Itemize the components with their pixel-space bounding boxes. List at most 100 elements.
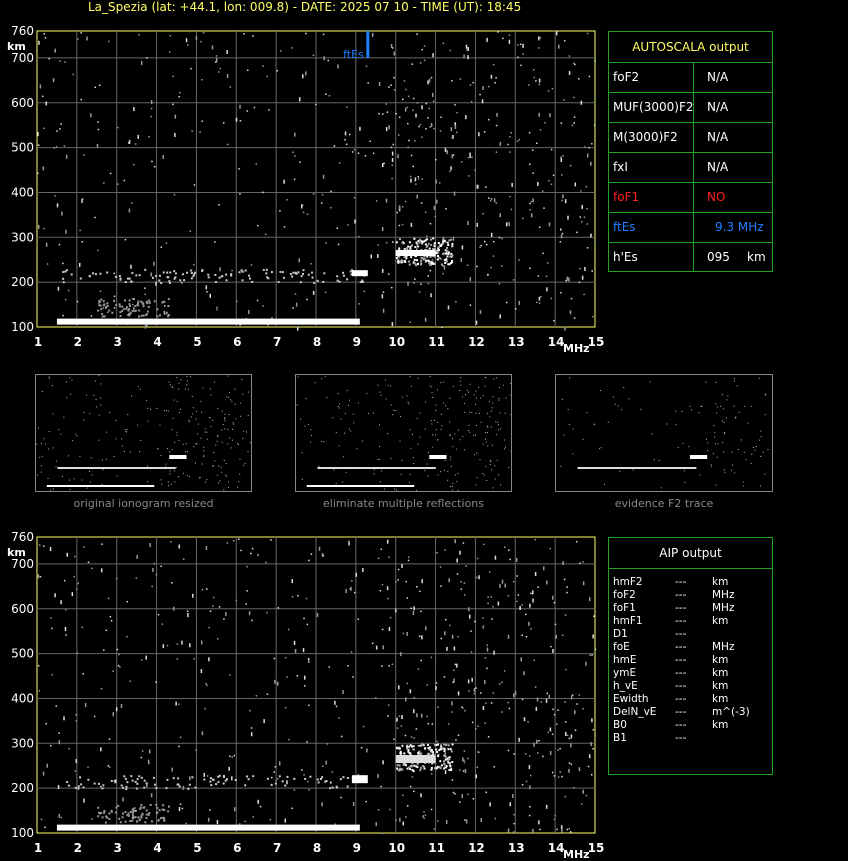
y-tick-label: 200: [11, 275, 34, 289]
thumb-trace: [169, 455, 187, 459]
aip-param-unit: km: [712, 615, 729, 627]
x-tick-label: 2: [74, 335, 82, 349]
aip-param-value: ---: [675, 719, 687, 731]
autoscala-row-label: MUF(3000)F2: [613, 100, 694, 114]
autoscala-row-fxi: fxI N/A: [609, 152, 772, 183]
y-tick-label: 500: [11, 141, 34, 155]
x-tick-label: 14: [548, 841, 565, 855]
autoscala-row-divider: [693, 182, 694, 212]
aip-row-hve: h_vE --- km: [613, 680, 768, 693]
thumb-trace: [306, 485, 415, 487]
aip-param-unit: MHz: [712, 602, 735, 614]
autoscala-row-divider: [693, 212, 694, 242]
autoscala-row-fof1: foF1 NO: [609, 182, 772, 213]
aip-param-value: ---: [675, 654, 687, 666]
x-tick-label: 7: [273, 841, 281, 855]
y-axis-label: km: [7, 40, 26, 53]
aip-param-name: foF2: [613, 589, 636, 601]
autoscala-row-value: N/A: [707, 160, 729, 174]
autoscala-row-divider: [693, 92, 694, 122]
autoscala-row-value: N/A: [707, 130, 729, 144]
autoscala-row-label: M(3000)F2: [613, 130, 678, 144]
aip-param-unit: km: [712, 693, 729, 705]
autoscala-row-label: h'Es: [613, 250, 638, 264]
y-tick-label: 100: [11, 826, 34, 840]
autoscala-row-value: N/A: [707, 70, 729, 84]
thumb-trace: [46, 485, 155, 487]
autoscala-row-value: 9.3 MHz: [715, 220, 764, 234]
y-tick-label: 500: [11, 647, 34, 661]
echo-trace: [56, 824, 360, 831]
x-tick-label: 8: [313, 335, 321, 349]
autoscala-row-muf3000f2: MUF(3000)F2 N/A: [609, 92, 772, 123]
y-tick-label: 400: [11, 691, 34, 705]
x-tick-label: 7: [273, 335, 281, 349]
aip-param-value: ---: [675, 680, 687, 692]
y-tick-label: 300: [11, 230, 34, 244]
aip-param-unit: km: [712, 680, 729, 692]
x-tick-label: 13: [508, 335, 525, 349]
aip-param-name: hmF1: [613, 615, 643, 627]
x-tick-label: 11: [428, 841, 445, 855]
ftes-marker: [366, 31, 370, 58]
x-tick-label: 6: [233, 841, 241, 855]
caption-eliminate: eliminate multiple reflections: [323, 497, 484, 510]
x-tick-label: 3: [114, 335, 122, 349]
aip-row-hme: hmE --- km: [613, 654, 768, 667]
aip-param-name: B1: [613, 732, 627, 744]
aip-row-hmf2: hmF2 --- km: [613, 576, 768, 589]
aip-row-foe: foE --- MHz: [613, 641, 768, 654]
autoscala-panel: AUTOSCALA output foF2 N/A MUF(3000)F2 N/A M(…: [608, 31, 773, 272]
x-tick-label: 14: [548, 335, 565, 349]
aip-row-ewidth: Ewidth --- km: [613, 693, 768, 706]
aip-title: AIP output: [609, 538, 772, 569]
y-tick-label: 700: [11, 51, 34, 65]
autoscala-row-label: foF2: [613, 70, 640, 84]
autoscala-row-fof2: foF2 N/A: [609, 62, 772, 93]
aip-param-unit: m^(-3): [712, 706, 750, 718]
aip-param-name: ymE: [613, 667, 637, 679]
aip-row-delnve: DelN_vE --- m^(-3): [613, 706, 768, 719]
echo-trace: [56, 318, 360, 325]
x-axis-label: MHz: [563, 848, 590, 861]
thumb-trace: [429, 455, 447, 459]
echo-trace: [351, 775, 368, 784]
x-tick-label: 11: [428, 335, 445, 349]
autoscala-row-value: 095: [707, 250, 730, 264]
aip-param-value: ---: [675, 667, 687, 679]
autoscala-row-label: fxI: [613, 160, 628, 174]
aip-param-unit: MHz: [712, 641, 735, 653]
thumb-original: [35, 374, 252, 492]
aip-param-name: foE: [613, 641, 630, 653]
autoscala-row-m3000f2: M(3000)F2 N/A: [609, 122, 772, 153]
y-tick-label: 760: [11, 530, 34, 544]
aip-param-name: hmE: [613, 654, 637, 666]
aip-param-value: ---: [675, 615, 687, 627]
autoscala-row-ftes: ftEs 9.3 MHz: [609, 212, 772, 243]
aip-param-unit: km: [712, 719, 729, 731]
aip-row-fof2: foF2 --- MHz: [613, 589, 768, 602]
x-tick-label: 5: [193, 335, 201, 349]
aip-param-name: hmF2: [613, 576, 643, 588]
aip-row-d1: D1 ---: [613, 628, 768, 641]
aip-param-value: ---: [675, 576, 687, 588]
autoscala-row-divider: [693, 62, 694, 92]
x-tick-label: 13: [508, 841, 525, 855]
aip-param-value: ---: [675, 732, 687, 744]
x-tick-label: 12: [468, 335, 485, 349]
autoscala-row-divider: [693, 242, 694, 272]
thumb-trace: [317, 467, 436, 469]
autoscala-row-value: NO: [707, 190, 726, 204]
echo-trace: [351, 270, 368, 277]
aip-param-name: Ewidth: [613, 693, 649, 705]
aip-param-unit: MHz: [712, 589, 735, 601]
x-tick-label: 2: [74, 841, 82, 855]
autoscala-row-label: foF1: [613, 190, 640, 204]
autoscala-row-value: N/A: [707, 100, 729, 114]
y-tick-label: 600: [11, 602, 34, 616]
x-tick-label: 4: [153, 841, 161, 855]
y-tick-label: 200: [11, 781, 34, 795]
echo-clusters: [62, 237, 454, 318]
caption-original: original ionogram resized: [73, 497, 214, 510]
aip-row-b1: B1 ---: [613, 732, 768, 745]
